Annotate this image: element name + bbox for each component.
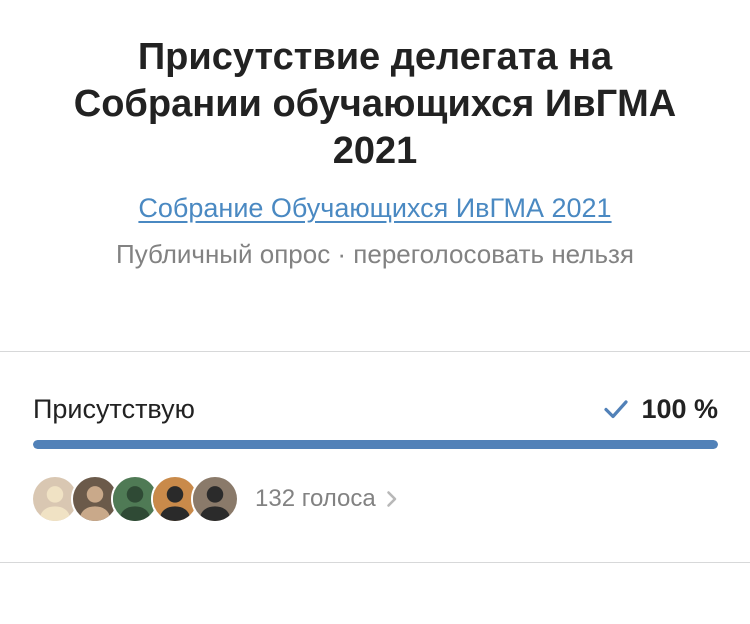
poll-option-progress — [33, 440, 718, 449]
poll-title: Присутствие делегата на Собрании обучающ… — [73, 36, 677, 172]
chevron-right-icon — [386, 491, 397, 507]
poll-option-label: Присутствую — [33, 394, 195, 424]
poll-source-link[interactable]: Собрание Обучающихся ИвГМА 2021 — [0, 191, 750, 225]
poll-option-progress-fill — [33, 440, 718, 449]
check-icon — [604, 400, 629, 419]
poll-meta: Публичный опрос · переголосовать нельзя — [116, 239, 634, 269]
voters-summary[interactable]: 132 голоса — [31, 474, 398, 524]
poll-card: Присутствие делегата на Собрании обучающ… — [0, 0, 750, 624]
divider — [0, 351, 750, 352]
voter-avatars — [31, 475, 239, 523]
divider — [0, 562, 750, 563]
poll-option-result: 100 % — [603, 392, 718, 426]
poll-option[interactable]: Присутствую 100 % — [0, 390, 750, 450]
poll-option-percent: 100 % — [641, 394, 718, 424]
votes-count: 132 голоса — [255, 485, 376, 512]
avatar — [191, 475, 239, 523]
